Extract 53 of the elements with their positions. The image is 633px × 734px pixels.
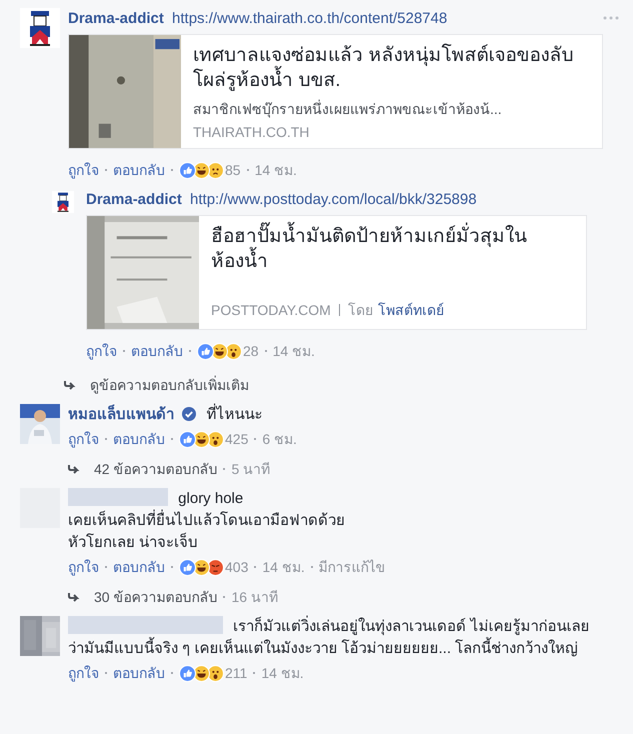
reply-arrow-icon [68, 592, 82, 602]
comment-text: ที่ไหนนะ [206, 406, 262, 423]
reaction-icons[interactable] [179, 558, 221, 576]
reaction-icons[interactable] [179, 430, 221, 448]
timestamp[interactable]: 14 ชม. [262, 556, 305, 578]
reaction-count[interactable]: 211 [225, 662, 248, 684]
reaction-count[interactable]: 85 [225, 159, 241, 181]
reply-count-link[interactable]: 30 ข้อความตอบกลับ [94, 586, 218, 608]
comment-text: เราก็มัวแต่วิ่งเล่นอยู่ในทุ่งลาเวนเดอด์ ไม่เคยรู้มาก่อนเลยว่ามันมีแบบนี้จริง ๆ เคยเห็นแต่ในมังงะวาย โอ้วม่ายยยยยย... โลกนี้ช่างกว้างใหญ่ [68, 618, 590, 657]
comment-link[interactable]: https://www.thairath.co.th/content/528748 [172, 10, 448, 27]
reply-arrow-icon [64, 380, 78, 390]
mascot-avatar[interactable] [20, 8, 60, 48]
link-preview-card[interactable]: เทศบาลแจงซ่อมแล้ว หลังหนุ่มโพสต์เจอของลับโผล่รูห้องน้ำ บขส. สมาชิกเฟซบุ๊กรายหนึ่งเผยแพร่ภาพขณะเข้าห้องน้... THAIRATH.CO.TH [68, 34, 603, 149]
mascot-avatar[interactable] [52, 191, 74, 213]
reaction-icons[interactable] [197, 342, 239, 360]
timestamp: 16 นาที [231, 588, 278, 607]
timestamp: 5 นาที [231, 460, 270, 479]
author-link[interactable]: โพสต์ทเดย์ [378, 299, 444, 321]
timestamp[interactable]: 14 ชม. [261, 662, 304, 684]
timestamp[interactable]: 14 ชม. [272, 340, 315, 362]
card-title: ฮือฮาปั๊มน้ำมันติดป้ายห้ามเกย์มั่วสุมในห้องน้ำ [211, 224, 574, 274]
reply-count-link[interactable]: 42 ข้อความตอบกลับ [94, 458, 218, 480]
comment-text: glory hole เคยเห็นคลิปที่ยื่นไปแล้วโดนเอามือฟาดด้วย หัวโยกเลย น่าจะเจ็บ [68, 490, 345, 551]
reaction-icons[interactable] [179, 664, 221, 682]
timestamp[interactable]: 14 ชม. [254, 159, 297, 181]
reply-link[interactable]: ตอบกลับ [131, 340, 183, 362]
reply-arrow-icon [68, 464, 82, 474]
like-link[interactable]: ถูกใจ [68, 159, 99, 181]
reply-link[interactable]: ตอบกลับ [113, 428, 165, 450]
card-title: เทศบาลแจงซ่อมแล้ว หลังหนุ่มโพสต์เจอของลับโผล่รูห้องน้ำ บขส. [193, 43, 574, 93]
timestamp[interactable]: 6 ชม. [262, 428, 297, 450]
author-name[interactable]: หมอแล็บแพนด้า [68, 406, 174, 423]
more-replies-link[interactable]: ดูข้อความตอบกลับเพิ่มเติม [90, 374, 249, 396]
reaction-icons[interactable] [179, 162, 221, 178]
reply-link[interactable]: ตอบกลับ [113, 556, 165, 578]
reply-link[interactable]: ตอบกลับ [113, 159, 165, 181]
author-name[interactable]: Drama-addict [68, 10, 164, 27]
like-link[interactable]: ถูกใจ [68, 428, 99, 450]
like-link[interactable]: ถูกใจ [68, 662, 99, 684]
reaction-count[interactable]: 28 [243, 340, 259, 362]
card-description: สมาชิกเฟซบุ๊กรายหนึ่งเผยแพร่ภาพขณะเข้าห้องน้... [193, 99, 503, 119]
reaction-count[interactable]: 425 [225, 428, 248, 450]
link-preview-card[interactable]: ฮือฮาปั๊มน้ำมันติดป้ายห้ามเกย์มั่วสุมในห้องน้ำ POSTTODAY.COM โดย โพสต์ทเดย์ [86, 215, 587, 330]
author-name[interactable]: Drama-addict [86, 191, 182, 208]
like-link[interactable]: ถูกใจ [68, 556, 99, 578]
edited-label[interactable]: มีการแก้ไข [318, 556, 386, 578]
reply-link[interactable]: ตอบกลับ [113, 662, 165, 684]
comment-link[interactable]: http://www.posttoday.com/local/bkk/325898 [190, 191, 477, 208]
reaction-count[interactable]: 403 [225, 556, 248, 578]
card-domain: THAIRATH.CO.TH [193, 124, 310, 140]
byline-label: โดย [348, 301, 373, 320]
like-link[interactable]: ถูกใจ [86, 340, 117, 362]
card-domain: POSTTODAY.COM [211, 302, 331, 318]
